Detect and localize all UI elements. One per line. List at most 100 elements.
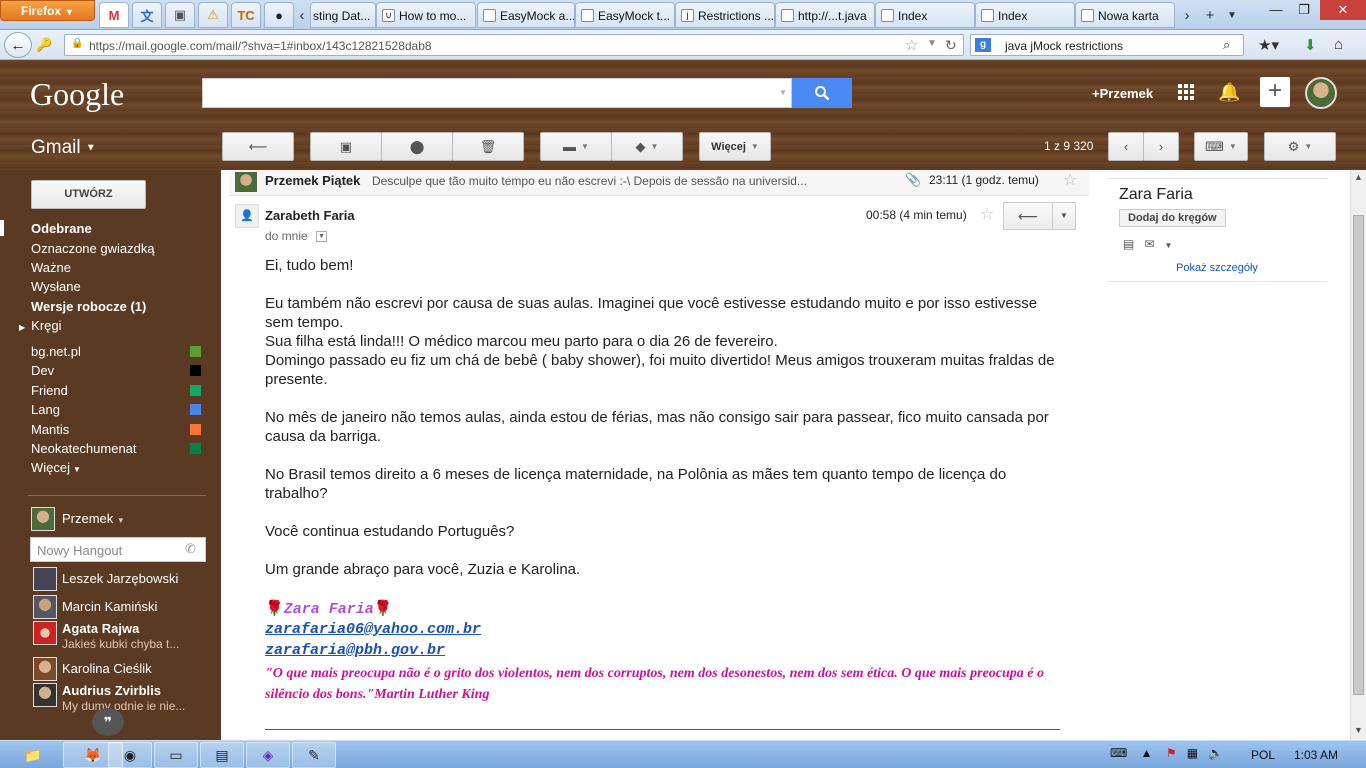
nav-more[interactable]: Więcej ▼ [31, 460, 81, 475]
tools-taskbar-icon[interactable]: ✎ [292, 742, 336, 768]
firefox-menu-button[interactable]: Firefox ▼ [0, 0, 95, 21]
volume-icon[interactable]: 🔈 [1208, 746, 1223, 760]
input-language[interactable]: POL [1251, 748, 1275, 762]
bookmarks-icon[interactable]: ★▾ [1258, 36, 1279, 54]
label-dev[interactable]: Dev [31, 363, 54, 378]
hangout-contact[interactable]: Karolina Cieślik [31, 657, 206, 685]
scrollbar-thumb[interactable] [1353, 215, 1364, 695]
mail-search-button[interactable] [792, 78, 852, 108]
message-sender[interactable]: Zarabeth Faria [265, 208, 355, 223]
add-to-circles-button[interactable]: Dodaj do kręgów [1119, 209, 1226, 227]
contact-panel-name[interactable]: Zara Faria [1119, 186, 1193, 204]
tc-pinned-tab[interactable]: TC [231, 2, 261, 28]
phone-icon[interactable]: ✆ [185, 541, 196, 557]
star-icon[interactable]: ☆ [1063, 170, 1077, 190]
labels-button[interactable]: ◆ ▼ [611, 132, 683, 161]
gmail-pinned-tab[interactable]: M [99, 2, 129, 28]
hangout-contact[interactable]: Audrius Zvirblis My dumy odnie ie nie... [31, 683, 206, 713]
nav-drafts[interactable]: Wersje robocze (1) [31, 299, 146, 314]
compose-button[interactable]: UTWÓRZ [31, 180, 146, 209]
signature-email-link[interactable]: zarafaria@pbh.gov.br [265, 642, 445, 659]
label-mantis[interactable]: Mantis [31, 422, 69, 437]
google-logo[interactable]: Google [30, 76, 124, 113]
newer-button[interactable]: ‹ [1108, 132, 1144, 161]
hangouts-quote-icon[interactable]: ❞ [92, 708, 124, 736]
google-engine-icon[interactable]: g [975, 38, 991, 52]
hangouts-me[interactable]: Przemek ▼ [62, 511, 125, 526]
history-dropdown-icon[interactable]: ▼ [927, 38, 937, 49]
my-avatar[interactable] [31, 507, 55, 531]
older-button[interactable]: › [1143, 132, 1179, 161]
back-to-inbox-button[interactable]: ⟵ [222, 132, 294, 161]
label-bg-net[interactable]: bg.net.pl [31, 344, 81, 359]
home-icon[interactable]: ⌂ [1334, 36, 1343, 53]
settings-button[interactable]: ⚙ ▼ [1264, 132, 1336, 161]
file-explorer-icon[interactable]: 📁 [4, 742, 62, 768]
nav-starred[interactable]: Oznaczone gwiazdką [31, 241, 155, 256]
details-dropdown-icon[interactable]: ▼ [316, 231, 327, 242]
google-plus-profile-link[interactable]: +Przemek [1092, 86, 1153, 101]
delete-button[interactable]: 🗑 [452, 132, 524, 161]
move-to-button[interactable]: ▬ ▼ [540, 132, 612, 161]
url-bar[interactable]: 🔒 https://mail.google.com/mail/?shva=1#i… [64, 34, 964, 56]
minimize-icon[interactable]: — [1262, 0, 1290, 20]
notifications-bell-icon[interactable]: 🔔 [1218, 82, 1240, 103]
archive-button[interactable]: ▣ [310, 132, 382, 161]
input-tools-button[interactable]: ⌨ ▼ [1194, 132, 1248, 161]
warning-pinned-tab[interactable]: ⚠ [198, 2, 228, 28]
page-scrollbar[interactable]: ▲ ▼ [1350, 170, 1366, 740]
reload-icon[interactable]: ↻ [945, 37, 957, 54]
share-plus-icon[interactable]: + [1260, 77, 1290, 107]
show-hidden-icons-icon[interactable]: ▲ [1141, 746, 1153, 760]
nav-sent[interactable]: Wysłane [31, 279, 81, 294]
scroll-up-icon[interactable]: ▲ [1354, 172, 1363, 182]
tab-9[interactable]: Nowa karta [1075, 2, 1175, 28]
star-icon[interactable]: ☆ [980, 204, 994, 224]
translate-pinned-tab[interactable]: 文 [132, 2, 162, 28]
label-lang[interactable]: Lang [31, 402, 60, 417]
label-neokatechumenat[interactable]: Neokatechumenat [31, 441, 137, 456]
tab-scroll-left-icon[interactable]: ‹ [292, 4, 312, 26]
tab-7[interactable]: Index [875, 2, 975, 28]
visual-studio-taskbar-icon[interactable]: ◈ [246, 742, 290, 768]
hangout-contact[interactable]: Marcin Kamiński [31, 595, 206, 623]
hangout-contact[interactable]: Agata Rajwa Jakieś kubki chyba t... [31, 621, 206, 651]
collapsed-message[interactable]: Przemek Piątek Desculpe que tão muito te… [229, 170, 1089, 196]
chevron-down-icon[interactable]: ▼ [1164, 241, 1172, 250]
download-icon[interactable]: ⬇ [1304, 36, 1317, 54]
tab-5[interactable]: j Restrictions ... [675, 2, 775, 28]
tab-8[interactable]: Index [975, 2, 1075, 28]
more-actions-button[interactable]: Więcej ▼ [699, 132, 771, 161]
github-pinned-tab[interactable]: ● [264, 2, 294, 28]
clock[interactable]: 1:03 AM [1294, 748, 1338, 762]
restore-icon[interactable]: ❐ [1290, 0, 1318, 20]
gmail-app-switcher[interactable]: Gmail ▼ [31, 137, 96, 159]
action-center-icon[interactable]: ⚑ [1166, 746, 1177, 760]
close-window-icon[interactable]: ✕ [1320, 0, 1366, 20]
show-details-link[interactable]: Pokaż szczegóły [1176, 262, 1258, 274]
app-taskbar-icon[interactable]: ◉ [108, 742, 152, 768]
mail-icon[interactable]: ✉ [1144, 237, 1154, 251]
search-icon[interactable]: ⌕ [1223, 37, 1230, 53]
bookmark-star-icon[interactable]: ☆ [905, 36, 918, 54]
tab-6[interactable]: http://...t.java [775, 2, 875, 28]
network-icon[interactable]: ▦ [1187, 746, 1198, 760]
tab-scroll-right-icon[interactable]: › [1177, 4, 1197, 26]
notepad-taskbar-icon[interactable]: ▤ [200, 742, 244, 768]
tab-list-icon[interactable]: ▼ [1222, 4, 1242, 26]
key-icon[interactable]: 🔑 [36, 37, 52, 53]
tab-4[interactable]: EasyMock t... [575, 2, 675, 28]
new-tab-icon[interactable]: + [1200, 4, 1220, 26]
signature-email-link[interactable]: zarafaria06@yahoo.com.br [265, 621, 481, 638]
browser-search-bar[interactable]: g java jMock restrictions ⌕ [970, 34, 1244, 56]
hangout-contact[interactable]: Leszek Jarzębowski [31, 567, 206, 595]
archive-icon[interactable]: ▤ [1123, 237, 1134, 251]
tab-1[interactable]: sting Dat... [310, 2, 376, 28]
nav-important[interactable]: Ważne [31, 260, 71, 275]
nav-inbox[interactable]: Odebrane [31, 221, 92, 236]
reply-button[interactable]: ⟵ [1003, 202, 1053, 230]
tab-2[interactable]: ∪ How to mo... [376, 2, 476, 28]
image-pinned-tab[interactable]: ▣ [165, 2, 195, 28]
label-friend[interactable]: Friend [31, 383, 68, 398]
console-taskbar-icon[interactable]: ▭ [154, 742, 198, 768]
